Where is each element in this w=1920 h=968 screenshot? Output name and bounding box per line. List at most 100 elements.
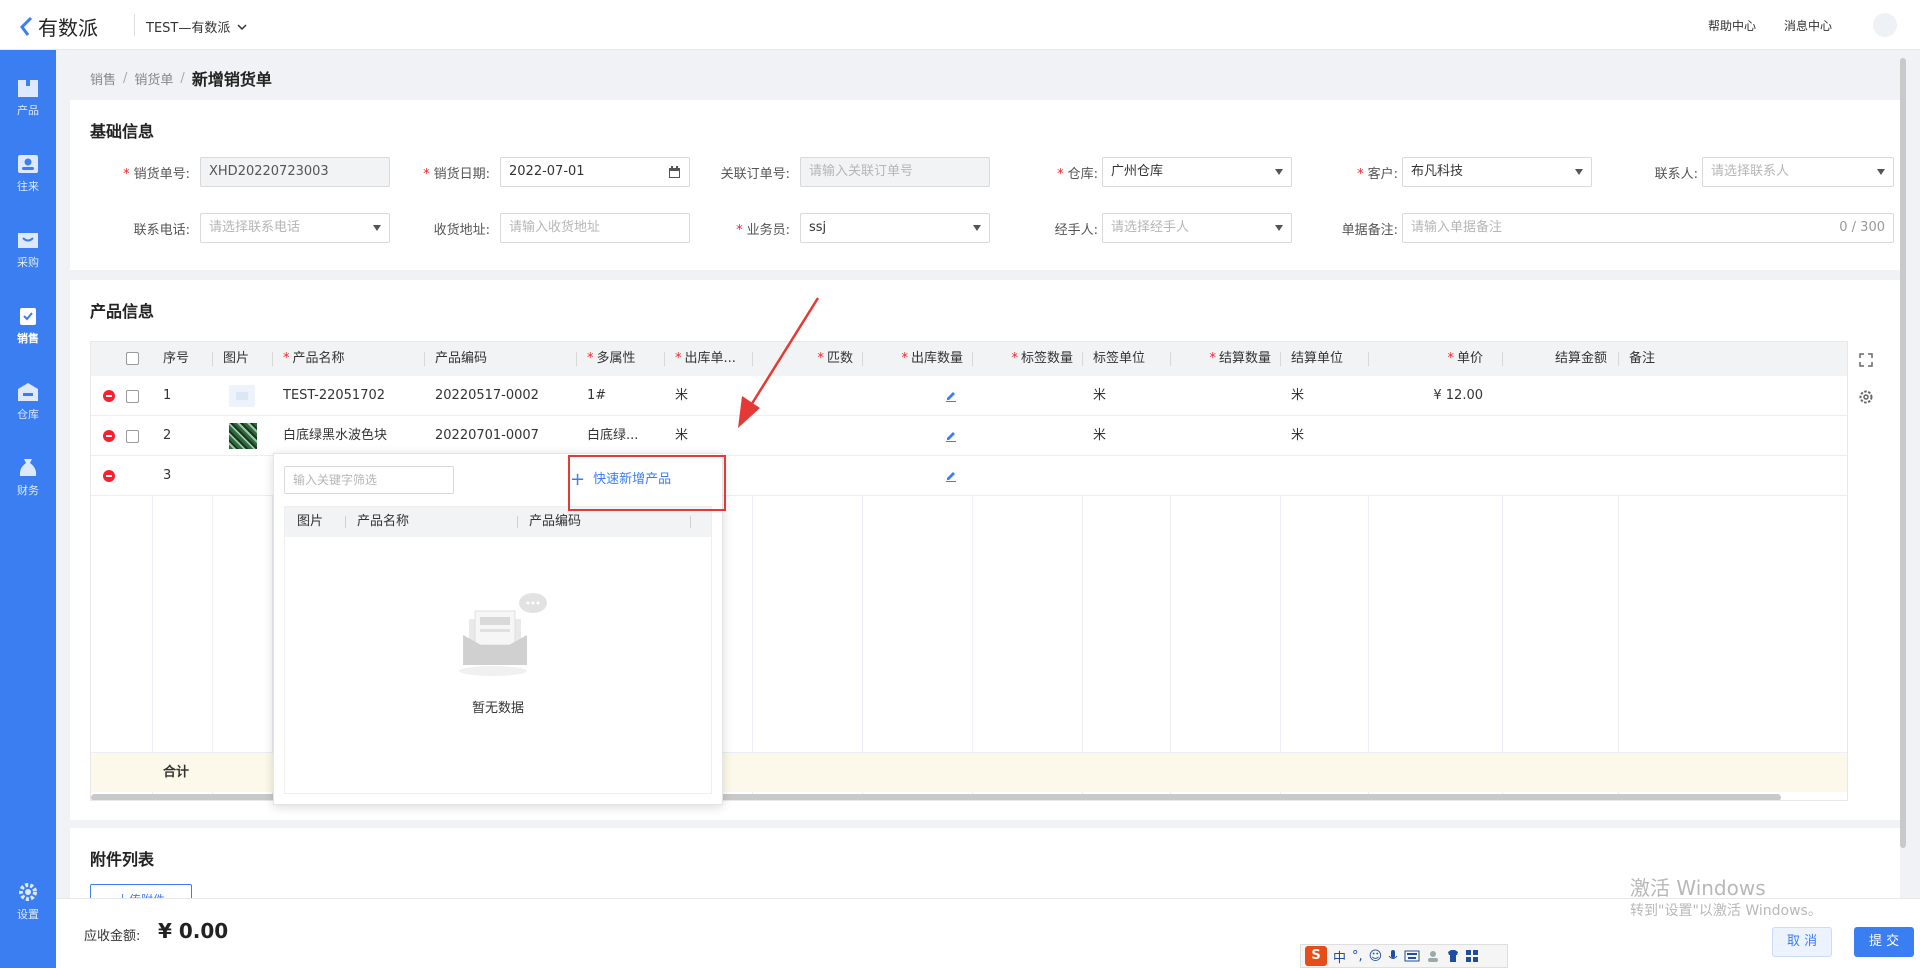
fullscreen-icon[interactable] xyxy=(1859,353,1873,367)
warehouse-select[interactable]: 广州仓库 xyxy=(1102,157,1292,187)
upload-attachment-button[interactable]: 上传附件 xyxy=(90,884,192,898)
edit-quantity-icon[interactable] xyxy=(945,390,957,402)
cell-label-unit[interactable]: 米 xyxy=(1083,416,1171,456)
remark-input[interactable]: 请输入单据备注 0 / 300 xyxy=(1402,213,1894,243)
avatar[interactable] xyxy=(1873,13,1897,37)
salesman-label: * 业务员: xyxy=(736,223,790,238)
cell-product-name[interactable]: TEST-22051702 xyxy=(273,376,425,416)
nav-label: 采购 xyxy=(17,256,39,269)
delete-row-icon[interactable] xyxy=(103,470,115,482)
table-row[interactable]: 1 TEST-22051702 20220517-0002 1# 米 米 米 ¥… xyxy=(91,376,1847,416)
char-counter: 0 / 300 xyxy=(1839,220,1885,235)
vertical-scrollbar[interactable] xyxy=(1900,58,1906,848)
delete-row-icon[interactable] xyxy=(103,430,115,442)
breadcrumb-item[interactable]: 销货单 xyxy=(134,69,173,88)
microphone-icon[interactable] xyxy=(1388,949,1398,963)
app-logo[interactable]: 有数派 xyxy=(18,12,98,41)
money-bag-icon xyxy=(19,459,37,476)
company-name: TEST—有数派 xyxy=(146,21,231,36)
table-header: 序号 图片 * 产品名称 产品编码 * 多属性 * 出库单... * 匹数 * 出库数量 … xyxy=(91,342,1847,376)
row-checkbox[interactable] xyxy=(126,430,139,443)
ime-punct[interactable]: °, xyxy=(1352,949,1363,964)
salesman-select[interactable]: ssj xyxy=(800,213,990,243)
customer-select[interactable]: 布凡科技 xyxy=(1402,157,1592,187)
contact-label: 联系人: xyxy=(1654,167,1698,182)
ime-toolbar: S 中 °, ☺ xyxy=(1300,944,1508,968)
cell-product-name[interactable]: 白底绿黑水波色块 xyxy=(273,416,425,456)
product-info-title: 产品信息 xyxy=(90,302,155,321)
linked-order-label: 关联订单号: xyxy=(720,167,790,182)
ime-logo-icon[interactable]: S xyxy=(1305,946,1327,966)
nav-item-warehouse[interactable]: 仓库 xyxy=(0,376,56,436)
breadcrumb-separator: / xyxy=(123,70,128,86)
nav-item-sales[interactable]: 销售 xyxy=(0,300,56,360)
message-center-link[interactable]: 消息中心 xyxy=(1784,17,1832,34)
cell-product-code: 20220517-0002 xyxy=(435,388,539,403)
cell-settle-unit[interactable]: 米 xyxy=(1281,376,1369,416)
cell-settle-unit[interactable]: 米 xyxy=(1281,416,1369,456)
grid-menu-icon[interactable] xyxy=(1466,950,1479,962)
breadcrumb-item[interactable]: 销售 xyxy=(90,69,116,88)
cell-attribute[interactable]: 白底绿... xyxy=(577,416,665,456)
order-no-input[interactable]: XHD20220723003 xyxy=(200,157,390,187)
user-icon[interactable] xyxy=(1426,949,1440,963)
submit-button[interactable]: 提 交 xyxy=(1854,927,1915,957)
box-icon xyxy=(18,80,38,97)
edit-quantity-icon[interactable] xyxy=(945,470,957,482)
help-center-link[interactable]: 帮助中心 xyxy=(1708,17,1756,34)
col-header: * 产品名称 xyxy=(283,351,345,366)
contact-select[interactable]: 请选择联系人 xyxy=(1702,157,1894,187)
skin-shirt-icon[interactable] xyxy=(1446,949,1460,963)
table-row[interactable]: 2 白底绿黑水波色块 20220701-0007 白底绿... 米 米 米 xyxy=(91,416,1847,456)
col-header: 产品编码 xyxy=(529,514,582,529)
attachment-card: 附件列表 xyxy=(70,828,1900,898)
ime-lang[interactable]: 中 xyxy=(1333,947,1346,966)
customer-label: * 客户: xyxy=(1357,167,1398,182)
nav-item-finance[interactable]: 财务 xyxy=(0,452,56,512)
receivable-amount: ¥ 0.00 xyxy=(158,919,229,943)
product-search-input[interactable]: 输入关键字筛选 xyxy=(284,466,454,494)
caret-down-icon xyxy=(1877,169,1885,175)
cart-icon xyxy=(18,233,38,248)
handler-select[interactable]: 请选择经手人 xyxy=(1102,213,1292,243)
col-header: * 结算数量 xyxy=(1209,351,1271,366)
highlight-box xyxy=(568,455,726,511)
cell-no: 3 xyxy=(163,468,172,483)
calendar-icon xyxy=(669,166,680,178)
edit-quantity-icon[interactable] xyxy=(945,430,957,442)
column-settings-gear-icon[interactable] xyxy=(1858,389,1874,405)
nav-item-contacts[interactable]: 往来 xyxy=(0,148,56,208)
col-header: * 出库数量 xyxy=(901,351,963,366)
company-switcher[interactable]: TEST—有数派 xyxy=(146,17,248,36)
product-thumbnail[interactable] xyxy=(229,423,257,449)
cell-unit-price[interactable]: ¥ 12.00 xyxy=(1369,376,1503,416)
keyboard-icon[interactable] xyxy=(1404,950,1420,962)
page-title: 新增销货单 xyxy=(191,70,272,89)
select-all-checkbox[interactable] xyxy=(126,352,139,365)
phone-select[interactable]: 请选择联系电话 xyxy=(200,213,390,243)
emoji-icon[interactable]: ☺ xyxy=(1369,949,1383,964)
address-input[interactable]: 请输入收货地址 xyxy=(500,213,690,243)
cell-product-code: 20220701-0007 xyxy=(435,428,539,443)
product-thumbnail[interactable] xyxy=(229,385,255,407)
caret-down-icon xyxy=(1575,169,1583,175)
handler-label: 经手人: xyxy=(1054,223,1098,238)
linked-order-input[interactable]: 请输入关联订单号 xyxy=(800,157,990,187)
cancel-button[interactable]: 取 消 xyxy=(1772,927,1833,957)
nav-item-settings[interactable]: 设置 xyxy=(0,876,56,936)
col-header: 标签单位 xyxy=(1093,351,1146,366)
breadcrumb: 销售 / 销货单 / 新增销货单 xyxy=(90,66,272,90)
delete-row-icon[interactable] xyxy=(103,390,115,402)
col-header: * 多属性 xyxy=(587,351,636,366)
cell-attribute[interactable]: 1# xyxy=(577,376,665,416)
date-input[interactable]: 2022-07-01 xyxy=(500,157,690,187)
order-no-label: * 销货单号: xyxy=(123,167,190,182)
row-checkbox[interactable] xyxy=(126,390,139,403)
col-header: 产品名称 xyxy=(357,514,410,529)
logo-divider xyxy=(134,14,135,36)
col-header: 图片 xyxy=(297,514,324,529)
warehouse-icon xyxy=(18,383,38,401)
nav-item-product[interactable]: 产品 xyxy=(0,72,56,132)
nav-item-purchase[interactable]: 采购 xyxy=(0,224,56,284)
cell-label-unit[interactable]: 米 xyxy=(1083,376,1171,416)
